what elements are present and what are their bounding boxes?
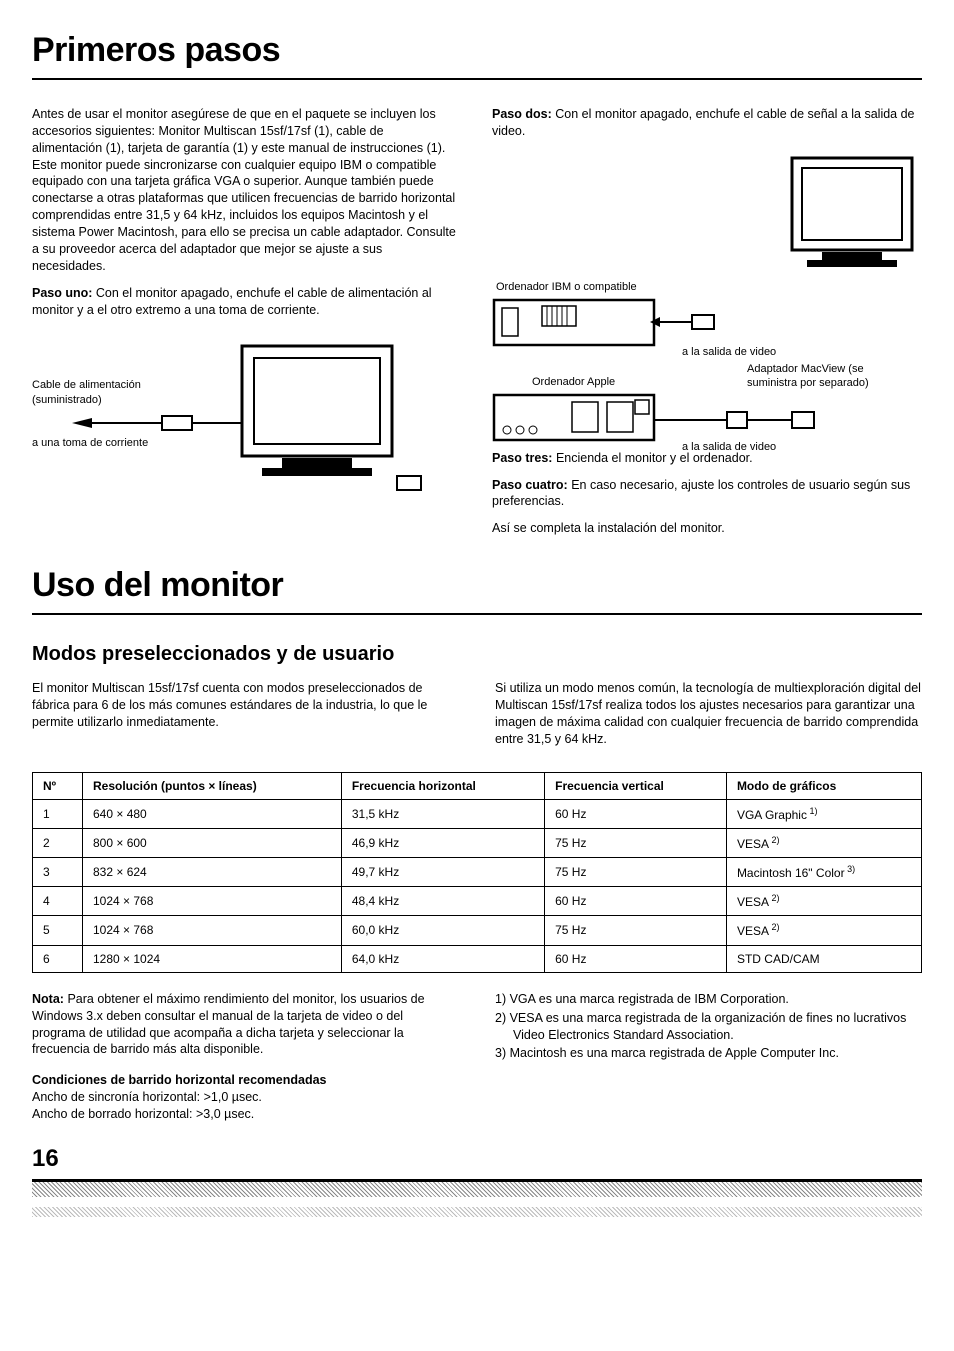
table-cell: 1024 × 768 (83, 887, 342, 916)
table-cell: 800 × 600 (83, 828, 342, 857)
page-number: 16 (32, 1143, 922, 1175)
table-cell: 6 (33, 945, 83, 972)
footnote-ref: 1) (807, 806, 818, 816)
th-mode: Modo de gráficos (726, 772, 921, 799)
table-cell: VESA 2) (726, 828, 921, 857)
table-cell: 48,4 kHz (341, 887, 544, 916)
step1-label: Paso uno: (32, 286, 92, 300)
table-cell: 75 Hz (545, 858, 727, 887)
diag2-video2-label: a la salida de video (682, 440, 776, 455)
footer-texture-1 (32, 1179, 922, 1197)
step3-label: Paso tres: (492, 451, 552, 465)
diag1-cable-label: Cable de alimentación (suministrado) (32, 378, 172, 408)
table-cell: 1280 × 1024 (83, 945, 342, 972)
table-cell: VGA Graphic 1) (726, 799, 921, 828)
step1: Paso uno: Con el monitor apagado, enchuf… (32, 285, 456, 319)
section1-right-col: Paso dos: Con el monitor apagado, enchuf… (492, 106, 922, 547)
section1-left-col: Antes de usar el monitor asegúrese de qu… (32, 106, 456, 547)
footnote-1: 1) VGA es una marca registrada de IBM Co… (495, 991, 922, 1008)
table-cell: 1 (33, 799, 83, 828)
cond-heading: Condiciones de barrido horizontal recome… (32, 1073, 327, 1087)
table-cell: 3 (33, 858, 83, 887)
table-cell: 60 Hz (545, 945, 727, 972)
step2-label: Paso dos: (492, 107, 552, 121)
table-row: 61280 × 102464,0 kHz60 HzSTD CAD/CAM (33, 945, 922, 972)
table-cell: STD CAD/CAM (726, 945, 921, 972)
table-cell: 49,7 kHz (341, 858, 544, 887)
section2-title: Uso del monitor (32, 563, 922, 609)
table-row: 41024 × 76848,4 kHz60 HzVESA 2) (33, 887, 922, 916)
table-row: 2800 × 60046,9 kHz75 HzVESA 2) (33, 828, 922, 857)
section2-intro-cols: El monitor Multiscan 15sf/17sf cuenta co… (32, 680, 922, 758)
table-cell: 2 (33, 828, 83, 857)
table-cell: 832 × 624 (83, 858, 342, 887)
table-row: 3832 × 62449,7 kHz75 HzMacintosh 16" Col… (33, 858, 922, 887)
table-cell: VESA 2) (726, 916, 921, 945)
section2-subheading: Modos preseleccionados y de usuario (32, 641, 922, 668)
section1-intro: Antes de usar el monitor asegúrese de qu… (32, 106, 456, 275)
section2-para-left: El monitor Multiscan 15sf/17sf cuenta co… (32, 680, 459, 731)
cond-line1: Ancho de sincronía horizontal: >1,0 µsec… (32, 1090, 262, 1104)
diag2-macview-label: Adaptador MacView (se suministra por sep… (747, 362, 877, 392)
monitor-power-illustration (32, 328, 432, 508)
diag2-ibm-label: Ordenador IBM o compatible (496, 280, 637, 295)
step2: Paso dos: Con el monitor apagado, enchuf… (492, 106, 922, 140)
table-header-row: Nº Resolución (puntos × líneas) Frecuenc… (33, 772, 922, 799)
footnote-ref: 2) (769, 893, 780, 903)
section1-closing: Así se completa la instalación del monit… (492, 520, 922, 537)
diagram-power-cable: Cable de alimentación (suministrado) a u… (32, 328, 456, 508)
step1-body: Con el monitor apagado, enchufe el cable… (32, 286, 432, 317)
th-vfreq: Frecuencia vertical (545, 772, 727, 799)
table-cell: 4 (33, 887, 83, 916)
table-cell: 64,0 kHz (341, 945, 544, 972)
cond-line2: Ancho de borrado horizontal: >3,0 µsec. (32, 1107, 254, 1121)
section2-rule (32, 613, 922, 615)
nota-block: Nota: Para obtener el máximo rendimiento… (32, 991, 459, 1059)
table-cell: 1024 × 768 (83, 916, 342, 945)
th-hfreq: Frecuencia horizontal (341, 772, 544, 799)
table-cell: 31,5 kHz (341, 799, 544, 828)
table-cell: 60 Hz (545, 799, 727, 828)
monitor-signal-illustration (492, 150, 922, 450)
table-cell: Macintosh 16" Color 3) (726, 858, 921, 887)
footnote-3: 3) Macintosh es una marca registrada de … (495, 1045, 922, 1062)
nota-body: Para obtener el máximo rendimiento del m… (32, 992, 425, 1057)
table-cell: 46,9 kHz (341, 828, 544, 857)
modes-table: Nº Resolución (puntos × líneas) Frecuenc… (32, 772, 922, 973)
diag1-outlet-label: a una toma de corriente (32, 436, 148, 451)
footnote-2: 2) VESA es una marca registrada de la or… (495, 1010, 922, 1044)
section2-para-right: Si utiliza un modo menos común, la tecno… (495, 680, 922, 748)
step2-body: Con el monitor apagado, enchufe el cable… (492, 107, 915, 138)
diag2-video1-label: a la salida de video (682, 345, 776, 360)
notes-columns: Nota: Para obtener el máximo rendimiento… (32, 991, 922, 1133)
table-cell: VESA 2) (726, 887, 921, 916)
section1-rule (32, 78, 922, 80)
table-cell: 75 Hz (545, 916, 727, 945)
section1-columns: Antes de usar el monitor asegúrese de qu… (32, 106, 922, 547)
diagram-signal-cable: Ordenador IBM o compatible a la salida d… (492, 150, 922, 450)
step4-label: Paso cuatro: (492, 478, 568, 492)
table-cell: 5 (33, 916, 83, 945)
diag2-apple-label: Ordenador Apple (532, 375, 615, 390)
footnote-ref: 2) (769, 835, 780, 845)
footer-texture-2 (32, 1207, 922, 1217)
footnote-ref: 2) (769, 922, 780, 932)
th-num: Nº (33, 772, 83, 799)
table-cell: 75 Hz (545, 828, 727, 857)
table-cell: 640 × 480 (83, 799, 342, 828)
table-cell: 60 Hz (545, 887, 727, 916)
section1-title: Primeros pasos (32, 28, 922, 74)
step4: Paso cuatro: En caso necesario, ajuste l… (492, 477, 922, 511)
nota-label: Nota: (32, 992, 64, 1006)
table-cell: 60,0 kHz (341, 916, 544, 945)
table-row: 51024 × 76860,0 kHz75 HzVESA 2) (33, 916, 922, 945)
footnote-ref: 3) (845, 864, 856, 874)
th-res: Resolución (puntos × líneas) (83, 772, 342, 799)
table-row: 1640 × 48031,5 kHz60 HzVGA Graphic 1) (33, 799, 922, 828)
